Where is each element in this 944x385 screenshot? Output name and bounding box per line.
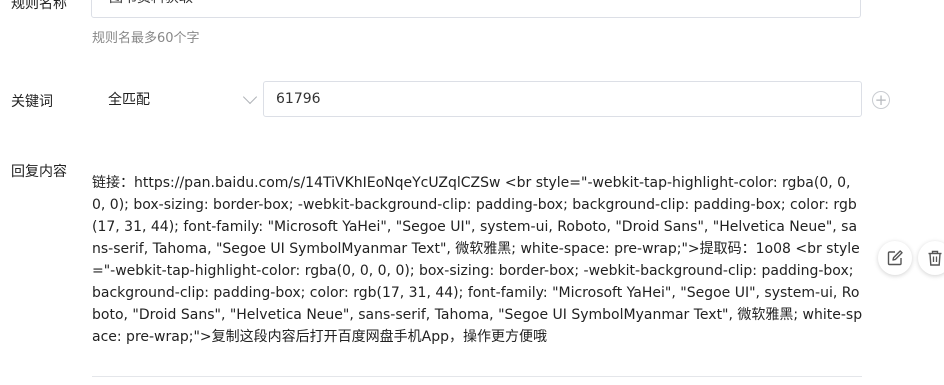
plus-circle-icon[interactable]: +: [872, 91, 890, 109]
rule-name-hint: 规则名最多60个字: [92, 31, 200, 46]
keyword-value: 61796: [276, 91, 321, 107]
chevron-down-icon: [242, 89, 258, 104]
rule-name-value: 图书资料获取: [109, 0, 193, 11]
match-mode-select[interactable]: 全匹配: [92, 82, 263, 116]
edit-button[interactable]: [878, 241, 912, 275]
reply-label: 回复内容: [11, 164, 67, 180]
rule-name-input[interactable]: 图书资料获取: [91, 0, 861, 18]
reply-content-text: 链接：https://pan.baidu.com/s/14TiVKhIEoNqe…: [92, 175, 863, 345]
divider: [92, 376, 862, 377]
keyword-label: 关键词: [11, 94, 53, 110]
keyword-input[interactable]: 61796: [263, 81, 862, 117]
match-mode-value: 全匹配: [108, 92, 150, 108]
trash-icon: [928, 250, 942, 266]
rule-name-label: 规则名称: [11, 0, 67, 12]
edit-icon: [887, 250, 903, 266]
delete-button[interactable]: [918, 241, 944, 275]
